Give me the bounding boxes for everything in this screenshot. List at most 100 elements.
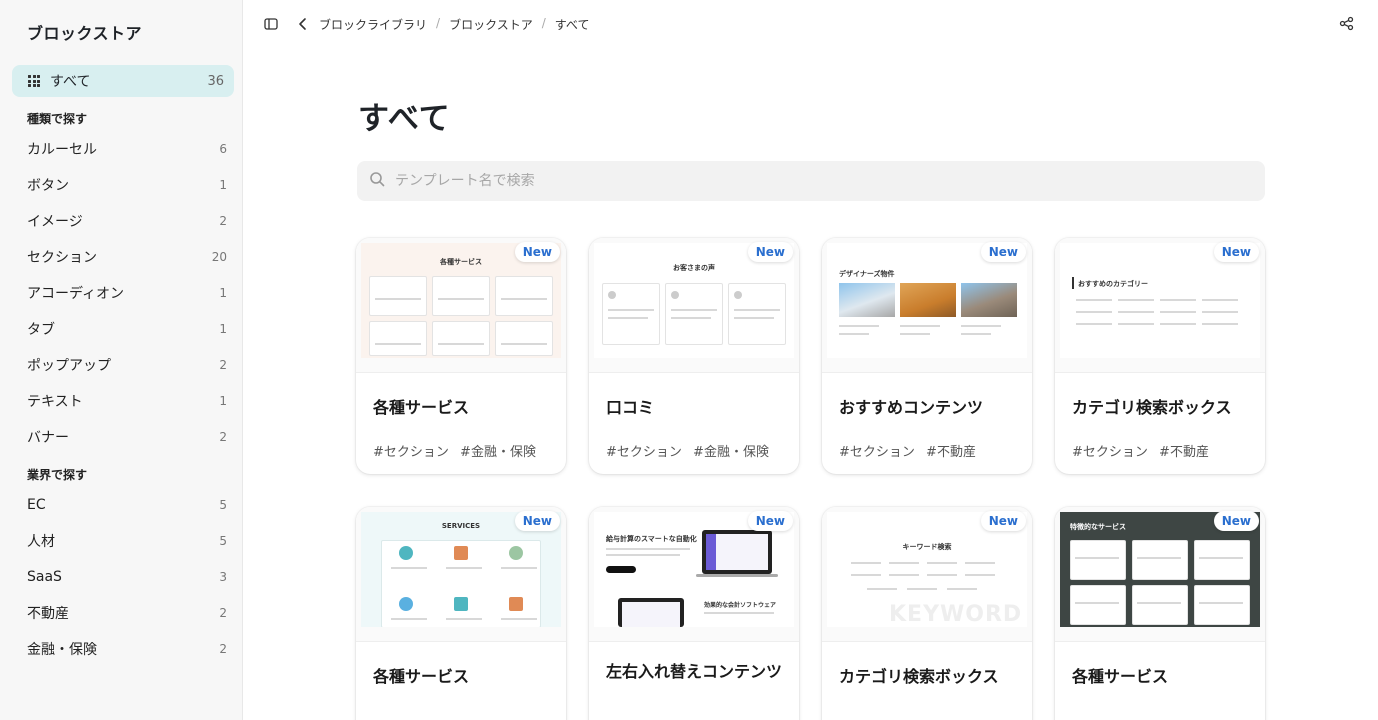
sidebar-item-finance[interactable]: 金融・保険 2 (27, 638, 227, 660)
sidebar-item-saas[interactable]: SaaS 3 (27, 566, 227, 588)
tag[interactable]: #セクション (606, 445, 682, 460)
sidebar-item-count: 1 (219, 322, 227, 336)
new-badge: New (747, 242, 793, 262)
sidebar-item-section[interactable]: セクション 20 (27, 246, 227, 268)
card-title: 口コミ (606, 398, 655, 417)
tag[interactable]: #セクション (1072, 445, 1148, 460)
card-thumbnail: 特徴的なサービス New (1055, 507, 1265, 642)
sidebar-item-label: イメージ (27, 214, 83, 230)
thumb-heading: 特徴的なサービス (1070, 523, 1126, 531)
sidebar-item-label: SaaS (27, 569, 62, 585)
sidebar-item-label: 金融・保険 (27, 642, 97, 658)
breadcrumb-separator: / (541, 16, 546, 30)
sidebar-item-carousel[interactable]: カルーセル 6 (27, 138, 227, 160)
sidebar-item-tab[interactable]: タブ 1 (27, 318, 227, 340)
template-card[interactable]: 各種サービス New 各種サービス #セクション #金融・保険 (356, 238, 566, 474)
card-tags: #セクション #金融・保険 (606, 441, 776, 460)
card-tags: #セクション #不動産 (1072, 441, 1216, 460)
thumb-heading: キーワード検索 (902, 543, 952, 551)
template-card[interactable]: デザイナーズ物件 New おすすめコンテンツ #セクション #不動産 (822, 238, 1032, 474)
tag[interactable]: #セクション (373, 445, 449, 460)
search-icon (369, 171, 385, 191)
new-badge: New (980, 242, 1026, 262)
sidebar-item-label: バナー (27, 430, 69, 446)
tag[interactable]: #金融・保険 (693, 445, 769, 460)
sidebar-item-all[interactable]: すべて 36 (12, 65, 234, 97)
sidebar-item-image[interactable]: イメージ 2 (27, 210, 227, 232)
template-card[interactable]: お客さまの声 New 口コミ #セクション #金融・保険 (589, 238, 799, 474)
template-card[interactable]: キーワード検索 KEYWORD New カテゴリ検索ボックス (822, 507, 1032, 720)
section-heading-industry: 業界で探す (27, 468, 88, 482)
thumb-heading: 給与計算のスマートな自動化 (606, 535, 697, 543)
share-icon[interactable] (1339, 16, 1355, 32)
card-thumbnail: お客さまの声 New (589, 238, 799, 373)
sidebar-brand: ブロックストア (27, 24, 143, 43)
card-title: 左右入れ替えコンテンツ (606, 662, 783, 681)
card-tags: #セクション #金融・保険 (373, 441, 543, 460)
card-title: カテゴリ検索ボックス (1072, 398, 1232, 417)
template-card[interactable]: おすすめのカテゴリー New カテゴリ検索ボックス #セクション #不動産 (1055, 238, 1265, 474)
sidebar-item-label: アコーディオン (27, 286, 125, 302)
template-card[interactable]: SERVICES New 各種サービス (356, 507, 566, 720)
tag[interactable]: #不動産 (1159, 445, 1209, 460)
sidebar-item-count: 1 (219, 394, 227, 408)
sidebar-item-label: ボタン (27, 178, 69, 194)
tag[interactable]: #金融・保険 (460, 445, 536, 460)
sidebar-item-label: テキスト (27, 394, 83, 410)
sidebar-item-count: 5 (219, 498, 227, 512)
sidebar-item-count: 6 (219, 142, 227, 156)
sidebar-item-ec[interactable]: EC 5 (27, 494, 227, 516)
new-badge: New (514, 242, 560, 262)
template-card[interactable]: 給与計算のスマートな自動化 効果的な会計ソフトウェア New 左右入れ替えコンテ… (589, 507, 799, 720)
new-badge: New (1213, 242, 1259, 262)
sidebar-toggle-icon[interactable] (264, 16, 280, 32)
sidebar-item-count: 2 (219, 642, 227, 656)
sidebar-item-count: 3 (219, 570, 227, 584)
sidebar-item-banner[interactable]: バナー 2 (27, 426, 227, 448)
card-title: おすすめコンテンツ (839, 398, 984, 417)
sidebar-item-label: カルーセル (27, 142, 97, 158)
sidebar-item-count: 2 (219, 214, 227, 228)
sidebar-item-count: 20 (211, 250, 227, 264)
thumb-heading: デザイナーズ物件 (839, 270, 895, 278)
thumb-heading: お客さまの声 (673, 264, 715, 272)
tag[interactable]: #セクション (839, 445, 915, 460)
sidebar-item-label: セクション (27, 250, 97, 266)
card-title: 各種サービス (1072, 667, 1169, 686)
sidebar-item-count: 2 (219, 606, 227, 620)
sidebar-item-button[interactable]: ボタン 1 (27, 174, 227, 196)
sidebar-item-count: 5 (219, 534, 227, 548)
sidebar-item-text[interactable]: テキスト 1 (27, 390, 227, 412)
thumb-heading-2: 効果的な会計ソフトウェア (704, 602, 777, 609)
tag[interactable]: #不動産 (926, 445, 976, 460)
grid-icon (28, 75, 40, 87)
card-tags: #セクション #不動産 (839, 441, 983, 460)
breadcrumb-item-library[interactable]: ブロックライブラリ (319, 16, 427, 33)
card-thumbnail: デザイナーズ物件 New (822, 238, 1032, 373)
sidebar-item-count: 1 (219, 286, 227, 300)
breadcrumb-item-store[interactable]: ブロックストア (449, 16, 533, 33)
new-badge: New (980, 511, 1026, 531)
sidebar-item-accordion[interactable]: アコーディオン 1 (27, 282, 227, 304)
sidebar-item-label: ポップアップ (27, 358, 111, 374)
topbar: ブロックライブラリ / ブロックストア / すべて (244, 0, 1378, 48)
breadcrumb: ブロックライブラリ / ブロックストア / すべて (319, 16, 589, 33)
sidebar-item-hr[interactable]: 人材 5 (27, 530, 227, 552)
new-badge: New (747, 511, 793, 531)
sidebar-item-label: EC (27, 497, 46, 513)
thumb-watermark: KEYWORD (889, 602, 1023, 627)
sidebar-item-label: タブ (27, 322, 55, 338)
sidebar-item-popup[interactable]: ポップアップ 2 (27, 354, 227, 376)
sidebar-item-count: 2 (219, 430, 227, 444)
search-input[interactable] (395, 173, 1195, 189)
sidebar-item-label: 不動産 (27, 606, 69, 622)
breadcrumb-item-current: すべて (554, 18, 590, 32)
sidebar-item-count: 2 (219, 358, 227, 372)
sidebar-item-label: 人材 (27, 534, 55, 550)
back-chevron-icon[interactable] (296, 16, 312, 32)
sidebar-item-real-estate[interactable]: 不動産 2 (27, 602, 227, 624)
breadcrumb-separator: / (436, 16, 441, 30)
template-card[interactable]: 特徴的なサービス New 各種サービス (1055, 507, 1265, 720)
card-thumbnail: キーワード検索 KEYWORD New (822, 507, 1032, 642)
new-badge: New (1213, 511, 1259, 531)
